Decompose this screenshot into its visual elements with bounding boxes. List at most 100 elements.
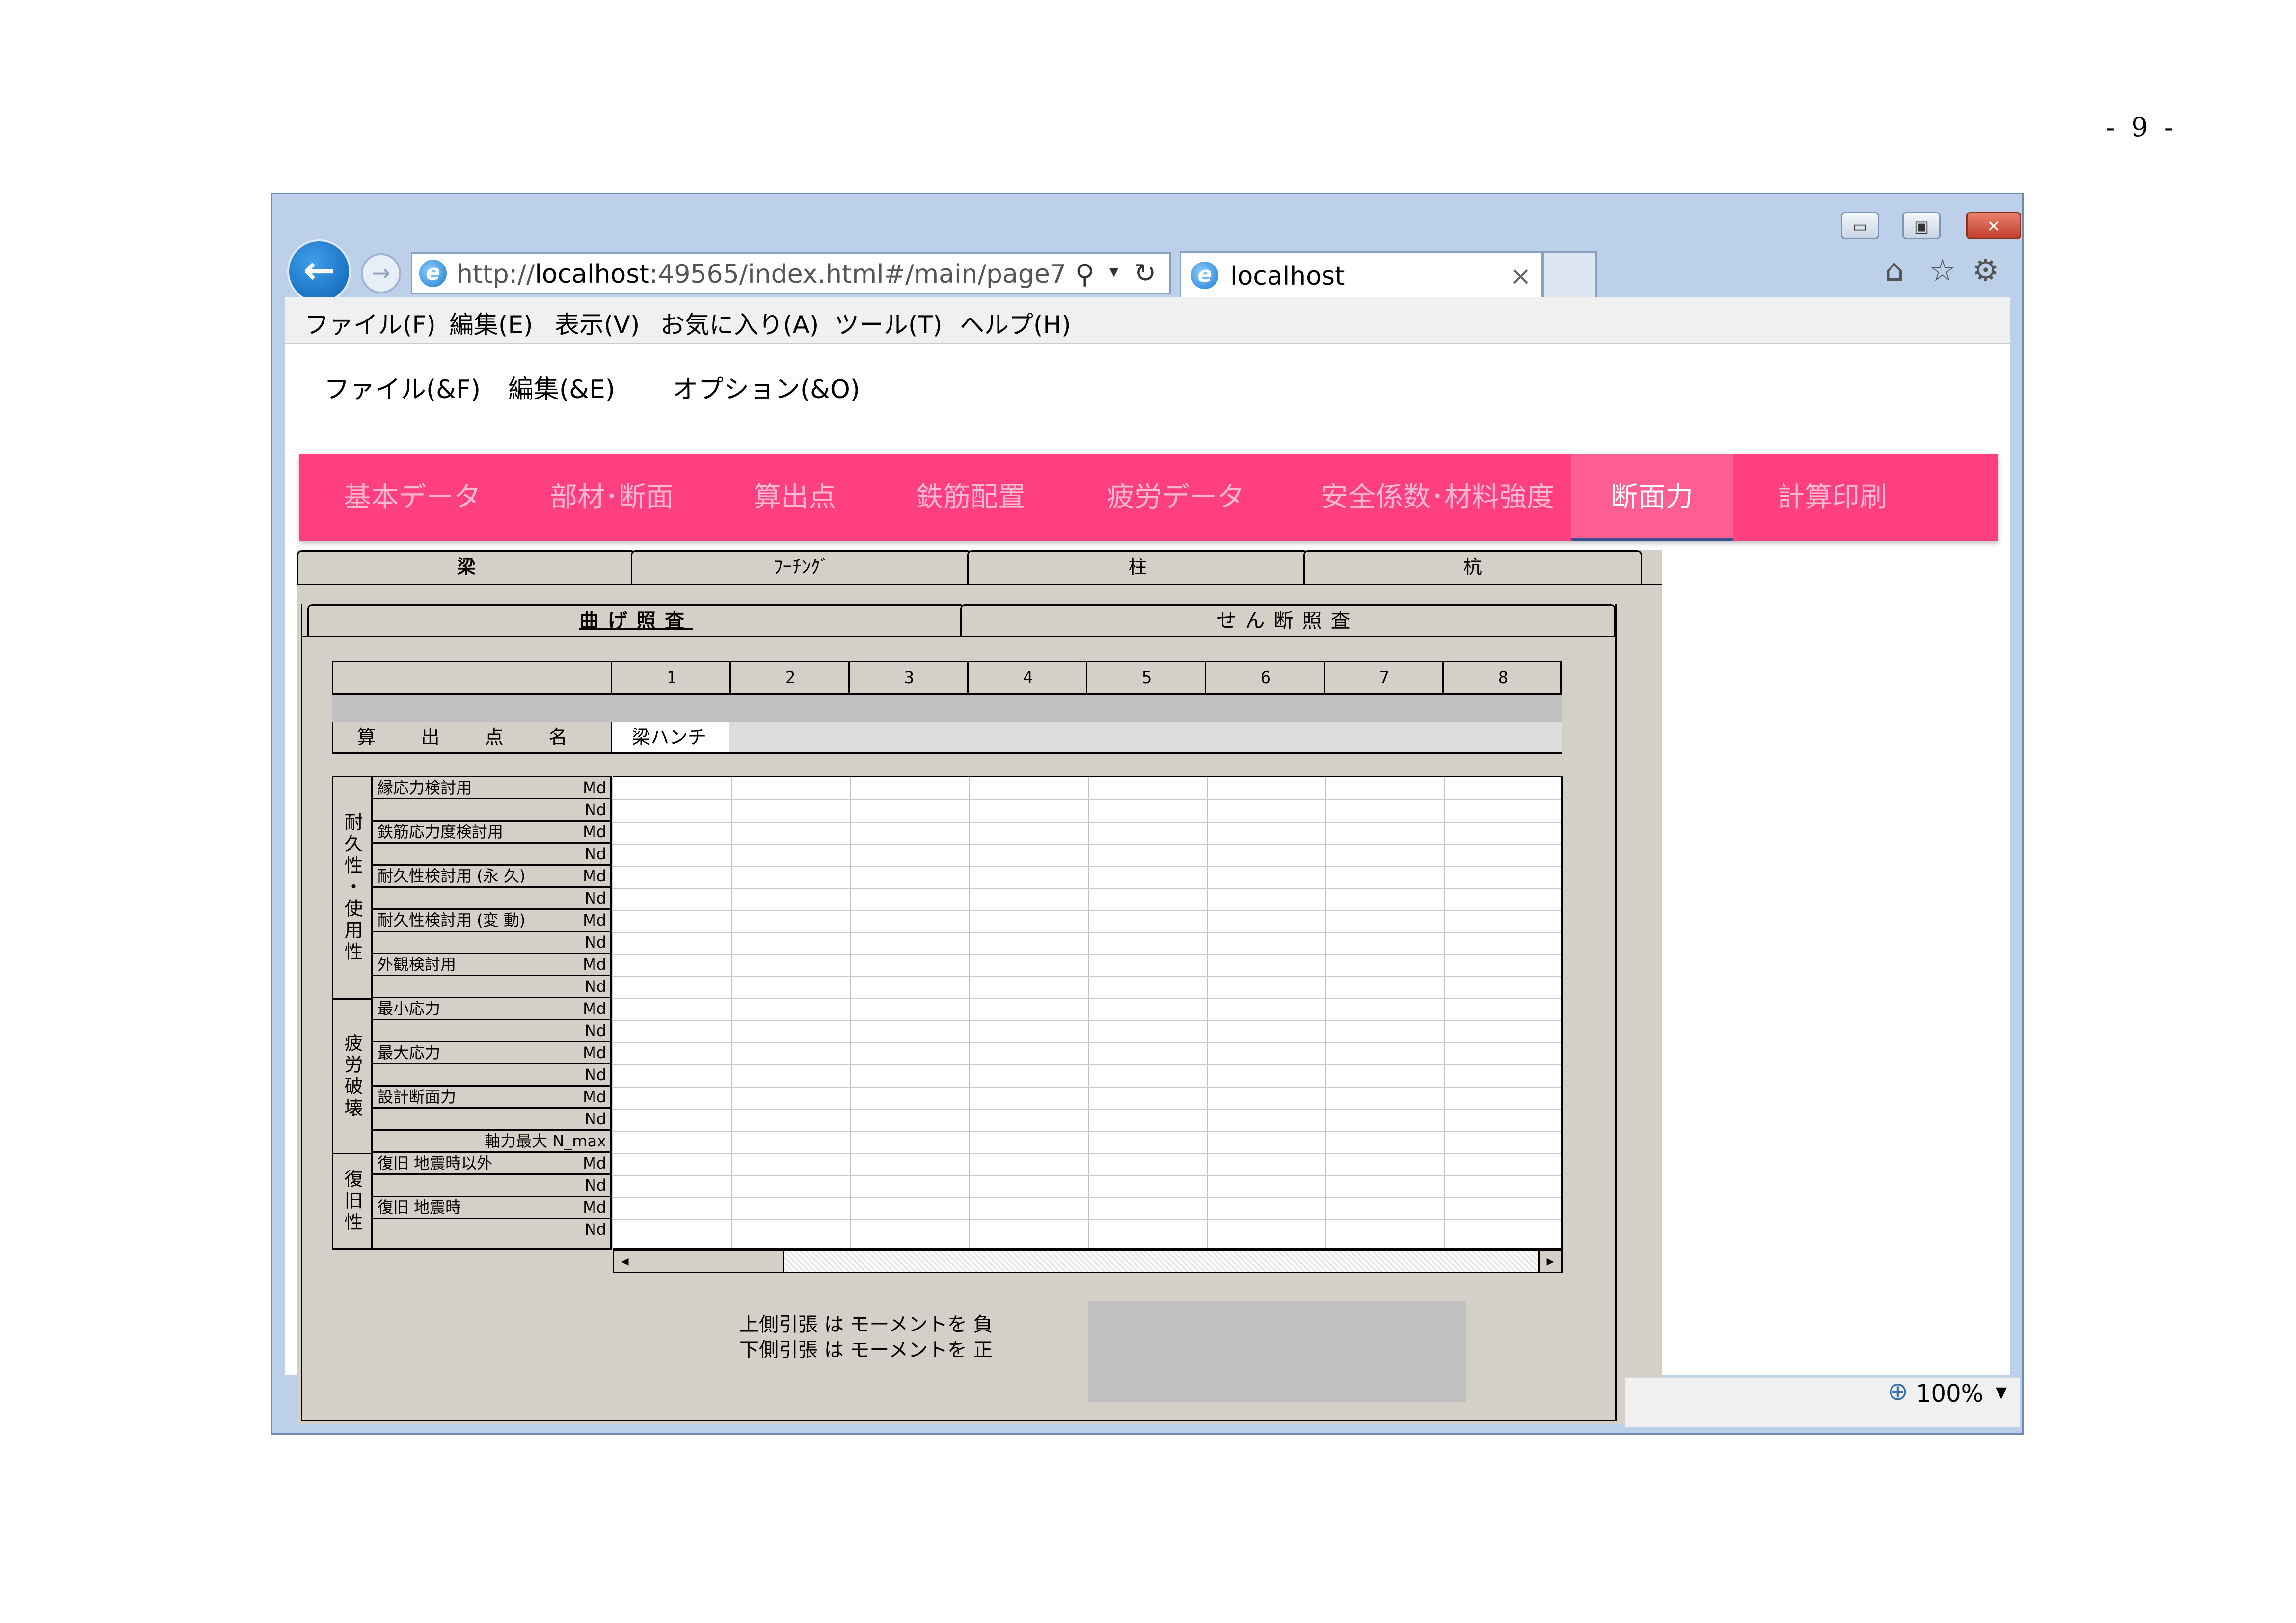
grid-row-line [613, 1087, 1561, 1088]
scroll-thumb[interactable] [636, 1251, 784, 1272]
grid-row-line [613, 954, 1561, 955]
scroll-left-arrow-icon[interactable]: ◂ [614, 1251, 637, 1272]
tab-bending-check[interactable]: 曲げ照査 [307, 604, 965, 637]
forward-button[interactable]: → [361, 253, 401, 293]
browser-tab[interactable]: e localhost × [1180, 251, 1543, 298]
minimize-icon: ▭ [1852, 217, 1868, 236]
row-label: Nd [373, 1109, 610, 1131]
nav-calc-points[interactable]: 算出点 [754, 454, 836, 541]
row-unit: Nd [584, 800, 606, 819]
row-label: Nd [373, 888, 610, 910]
menu-favorites[interactable]: お気に入り(A) [660, 305, 819, 341]
menu-help[interactable]: ヘルプ(H) [960, 305, 1071, 341]
column-header-row: 1 2 3 4 5 6 7 8 [332, 661, 1562, 695]
calc-point-cell[interactable]: 梁ハンチ [611, 722, 729, 752]
grid-row-line [613, 866, 1561, 867]
inner-tab-baseline [302, 636, 1616, 637]
zoom-control[interactable]: ⊕ 100% ▼ [1888, 1377, 2020, 1426]
column-header: 3 [848, 662, 969, 693]
nav-fatigue[interactable]: 疲労データ [1107, 454, 1244, 541]
menu-view[interactable]: 表示(V) [555, 305, 640, 341]
column-header: 6 [1205, 662, 1325, 693]
row-unit: Nd [584, 1110, 606, 1128]
calc-point-label: 算 出 点 名 [357, 726, 587, 748]
row-label: 鉄筋応力度検討用 Md [373, 822, 610, 844]
nav-basic-data[interactable]: 基本データ [344, 454, 481, 541]
grid-column-line [731, 777, 732, 1248]
grid-row-line [613, 844, 1561, 845]
row-label-text: 設計断面力 [378, 1088, 457, 1106]
menu-edit[interactable]: 編集(E) [449, 305, 533, 341]
refresh-icon[interactable]: ↻ [1134, 258, 1156, 289]
minimize-button[interactable]: ▭ [1841, 212, 1879, 239]
gear-icon[interactable]: ⚙ [1972, 252, 1999, 288]
grid-column-line [1444, 777, 1445, 1248]
nav-member-section[interactable]: 部材･断面 [550, 454, 674, 541]
grid-row-line [613, 799, 1561, 800]
grid-row-line [613, 1197, 1561, 1198]
row-unit: 軸力最大 N_max [485, 1132, 606, 1150]
section-force-grid[interactable] [613, 776, 1563, 1250]
row-label-text: 復旧 地震時以外 [378, 1154, 493, 1172]
calc-point-empty-cells[interactable] [729, 722, 1562, 752]
url-path: :49565/index.html#/main/page7 [649, 260, 1066, 289]
nav-section-force[interactable]: 断面力 [1571, 454, 1733, 541]
url-prefix: http:// [457, 260, 535, 289]
row-label-text: 耐久性検討用 (永 久) [378, 867, 526, 885]
column-header: 4 [967, 662, 1087, 693]
favorites-star-icon[interactable]: ☆ [1929, 252, 1956, 288]
close-button[interactable]: ✕ [1966, 212, 2021, 239]
row-label: 復旧 地震時 Md [373, 1197, 610, 1219]
row-label: 軸力最大 N_max [373, 1131, 610, 1153]
app-menu-options[interactable]: オプション(&O) [673, 369, 860, 405]
grid-column-line [969, 777, 970, 1248]
maximize-icon: ▣ [1914, 217, 1929, 236]
sign-note-bottom: 下側引張 は モーメントを 正 [739, 1339, 993, 1361]
row-label: Nd [373, 799, 610, 822]
grid-row-line [613, 822, 1561, 823]
column-header: 2 [729, 662, 850, 693]
horizontal-scrollbar[interactable]: ◂ ▸ [613, 1250, 1563, 1273]
tab-footing[interactable]: ﾌｰﾁﾝｸﾞ [631, 550, 972, 585]
tab-pile[interactable]: 杭 [1303, 550, 1642, 585]
main-nav-bar: 基本データ 部材･断面 算出点 鉄筋配置 疲労データ 安全係数･材料強度 断面力… [299, 454, 1998, 541]
back-button[interactable]: ← [287, 239, 351, 303]
tab-shear-check[interactable]: せん断照査 [960, 604, 1616, 637]
home-icon[interactable]: ⌂ [1885, 252, 1904, 288]
inner-frame: 曲げ照査 せん断照査 1 2 3 4 5 6 7 8 算 出 点 名 梁ハンチ [301, 604, 1617, 1421]
row-label: Nd [373, 1064, 610, 1087]
row-label-text: 縁応力検討用 [378, 778, 472, 797]
maximize-button[interactable]: ▣ [1902, 212, 1941, 239]
column-header: 5 [1086, 662, 1206, 693]
row-unit: Md [583, 1198, 606, 1217]
address-url[interactable]: http://localhost:49565/index.html#/main/… [457, 260, 1066, 289]
app-menu-edit[interactable]: 編集(&E) [508, 369, 615, 405]
app-menu-file[interactable]: ファイル(&F) [324, 369, 481, 405]
grid-row-line [613, 932, 1561, 933]
grid-row-line [613, 888, 1561, 889]
calc-point-row: 算 出 点 名 梁ハンチ [332, 722, 1562, 754]
search-icon[interactable]: ⚲ [1075, 259, 1095, 290]
scroll-right-arrow-icon[interactable]: ▸ [1538, 1251, 1561, 1272]
nav-calc-print[interactable]: 計算印刷 [1777, 454, 1887, 541]
menu-tools[interactable]: ツール(T) [835, 305, 943, 341]
row-label: 最小応力 Md [373, 998, 610, 1020]
group-restorability: 復旧性 [333, 1154, 373, 1248]
new-tab-button[interactable] [1543, 251, 1597, 298]
tab-column[interactable]: 柱 [967, 550, 1308, 585]
row-unit: Nd [584, 933, 606, 952]
tab-beam[interactable]: 梁 [297, 550, 636, 585]
nav-safety-factors[interactable]: 安全係数･材料強度 [1321, 454, 1554, 541]
menu-file[interactable]: ファイル(F) [304, 305, 436, 341]
address-bar[interactable]: e http://localhost:49565/index.html#/mai… [411, 252, 1171, 294]
row-unit: Nd [584, 1065, 606, 1084]
row-unit: Nd [584, 845, 606, 863]
row-unit: Md [583, 1043, 606, 1062]
nav-rebar[interactable]: 鉄筋配置 [916, 454, 1026, 541]
row-unit: Md [583, 823, 606, 841]
tab-close-icon[interactable]: × [1510, 262, 1532, 291]
row-label: 復旧 地震時以外 Md [373, 1153, 610, 1175]
zoom-dropdown-icon[interactable]: ▼ [1996, 1384, 2007, 1401]
chevron-down-icon[interactable]: ▾ [1109, 262, 1118, 282]
row-label: Nd [373, 976, 610, 998]
